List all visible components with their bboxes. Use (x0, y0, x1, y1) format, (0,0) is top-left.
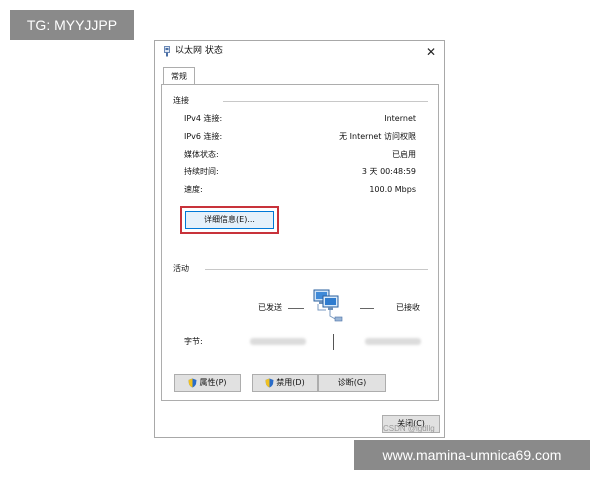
ipv6-value: 无 Internet 访问权限 (339, 132, 416, 141)
details-button[interactable]: 详细信息(E)... (185, 211, 274, 229)
bytes-label: 字节: (184, 337, 203, 346)
network-computers-icon (313, 289, 343, 322)
ipv6-label: IPv6 连接: (184, 132, 223, 141)
received-dash (360, 308, 374, 309)
general-panel: 连接 IPv4 连接: Internet IPv6 连接: 无 Internet… (161, 84, 439, 401)
speed-value: 100.0 Mbps (369, 185, 416, 194)
csdn-watermark: CSDN @lgdllg (383, 424, 435, 433)
diagnose-button[interactable]: 诊断(G) (318, 374, 386, 392)
uac-shield-icon (265, 378, 274, 388)
title-bar[interactable]: 以太网 状态 ✕ (155, 41, 444, 63)
bytes-divider (333, 334, 334, 350)
screenshot: TG: MYYJJPP 以太网 状态 ✕ 常规 连接 IPv4 连接: Inte… (0, 0, 600, 480)
window-title: 以太网 状态 (175, 46, 223, 56)
media-state-label: 媒体状态: (184, 150, 219, 159)
received-label: 已接收 (396, 303, 420, 312)
window-close-button[interactable]: ✕ (422, 43, 440, 61)
connection-divider (223, 101, 428, 102)
sent-dash (288, 308, 304, 309)
ethernet-adapter-icon (164, 46, 170, 57)
activity-section-label: 活动 (173, 264, 189, 273)
ipv4-value: Internet (384, 114, 416, 123)
ipv4-label: IPv4 连接: (184, 114, 223, 123)
speed-label: 速度: (184, 185, 203, 194)
connection-section-label: 连接 (173, 96, 189, 105)
ethernet-status-window: 以太网 状态 ✕ 常规 连接 IPv4 连接: Internet IPv6 连接… (154, 40, 445, 438)
bytes-sent-redacted (250, 338, 306, 345)
duration-value: 3 天 00:48:59 (361, 167, 416, 176)
bottom-overlay-tag: www.mamina-umnica69.com (354, 440, 590, 470)
properties-button-label: 属性(P) (199, 378, 227, 387)
sent-label: 已发送 (258, 303, 282, 312)
properties-button[interactable]: 属性(P) (174, 374, 241, 392)
top-overlay-tag: TG: MYYJJPP (10, 10, 134, 40)
disable-button-label: 禁用(D) (276, 378, 305, 387)
duration-label: 持续时间: (184, 167, 219, 176)
uac-shield-icon (188, 378, 197, 388)
tab-general[interactable]: 常规 (163, 67, 195, 84)
disable-button[interactable]: 禁用(D) (252, 374, 318, 392)
media-state-value: 已启用 (392, 150, 416, 159)
activity-divider (205, 269, 428, 270)
bytes-received-redacted (365, 338, 421, 345)
